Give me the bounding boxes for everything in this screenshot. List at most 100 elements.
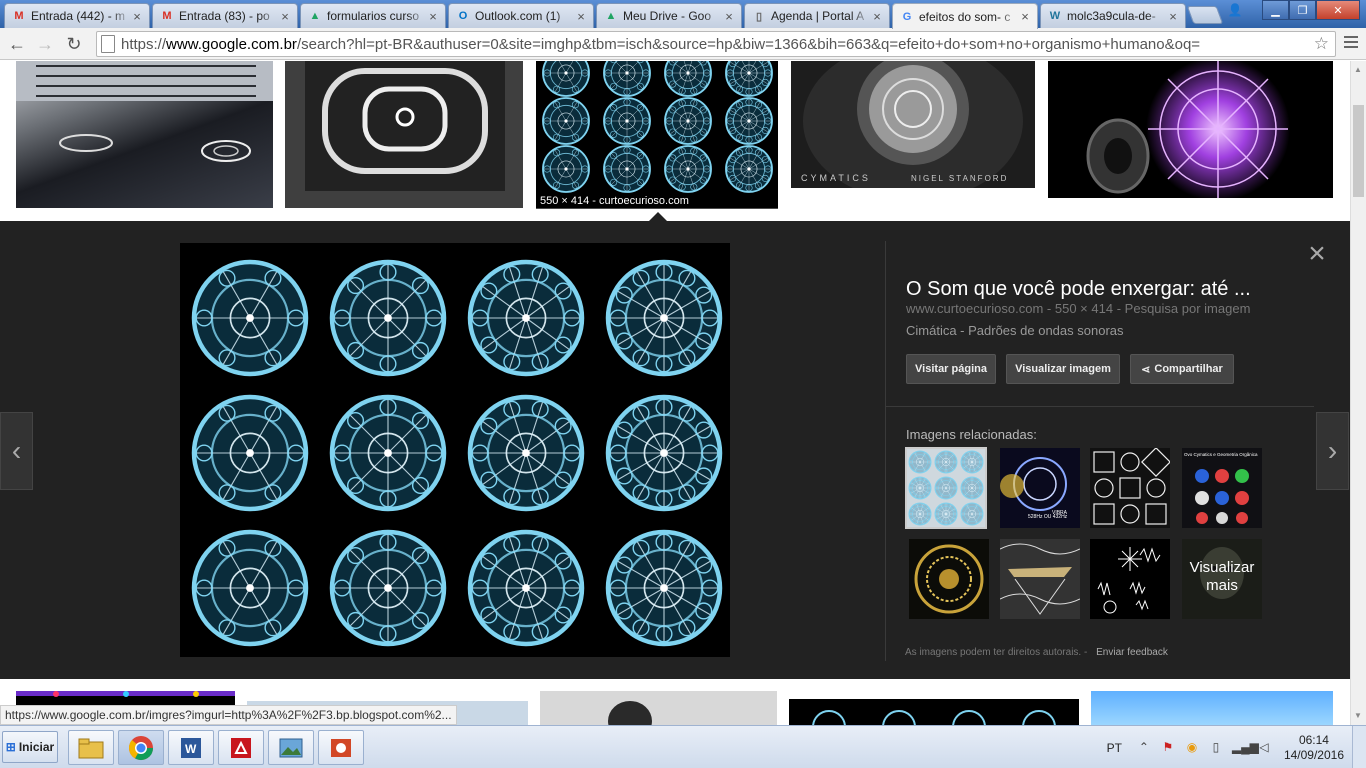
taskbar-chrome[interactable] bbox=[118, 730, 164, 765]
result-thumbnail[interactable] bbox=[285, 61, 523, 208]
antivirus-icon[interactable]: ◉ bbox=[1184, 740, 1200, 756]
preview-title[interactable]: O Som que você pode enxergar: até ... bbox=[906, 278, 1296, 301]
chrome-menu-icon[interactable] bbox=[1344, 36, 1358, 51]
preview-description: Cimática - Padrões de ondas sonoras bbox=[906, 323, 1124, 338]
taskbar-word[interactable]: W bbox=[168, 730, 214, 765]
close-tab-icon[interactable]: × bbox=[131, 9, 143, 24]
result-thumbnail-selected[interactable] bbox=[536, 61, 778, 208]
google-icon: G bbox=[902, 10, 912, 23]
browser-tab[interactable]: O Outlook.com (1) × bbox=[448, 3, 594, 28]
browser-tab[interactable]: ▲ formularios curso × bbox=[300, 3, 446, 28]
related-image[interactable]: Ovo Cymatics e Geometria Orgânica bbox=[1182, 448, 1262, 528]
page-scrollbar[interactable]: ▲ ▼ bbox=[1350, 61, 1366, 725]
close-window-icon[interactable]: ✕ bbox=[1316, 0, 1360, 20]
pdf-icon bbox=[231, 737, 251, 758]
close-tab-icon[interactable]: × bbox=[1167, 9, 1179, 24]
result-thumbnail[interactable] bbox=[789, 699, 1079, 725]
close-tab-icon[interactable]: × bbox=[427, 9, 439, 24]
next-arrow-icon[interactable]: › bbox=[1316, 412, 1349, 490]
browser-tab[interactable]: Gefeitos do som- c × bbox=[892, 3, 1038, 29]
cymatic-pattern bbox=[908, 502, 932, 526]
cymatic-pattern bbox=[329, 394, 447, 512]
person-photo-image bbox=[608, 701, 652, 725]
result-thumbnail[interactable] bbox=[1091, 691, 1333, 725]
address-bar[interactable]: https://www.google.com.br/search?hl=pt-B… bbox=[96, 31, 1336, 57]
related-528hz-image: 528Hz OU 432Hz VIBRA bbox=[1000, 457, 1068, 520]
related-image[interactable] bbox=[1090, 539, 1170, 619]
info-divider bbox=[886, 406, 1314, 407]
tab-label: Agenda | Portal A bbox=[771, 9, 865, 23]
taskbar-presentation[interactable] bbox=[318, 730, 364, 765]
clock[interactable]: 06:14 14/09/2016 bbox=[1284, 733, 1344, 763]
language-indicator[interactable]: PT bbox=[1107, 741, 1122, 755]
close-tab-icon[interactable]: × bbox=[1019, 9, 1031, 24]
previous-arrow-icon[interactable]: ‹ bbox=[0, 412, 33, 490]
share-button[interactable]: ⋖ Compartilhar bbox=[1130, 354, 1234, 384]
minimize-icon[interactable]: ▁ bbox=[1262, 0, 1289, 20]
close-tab-icon[interactable]: × bbox=[723, 9, 735, 24]
new-tab-button[interactable] bbox=[1186, 6, 1224, 24]
restore-icon[interactable]: ❐ bbox=[1289, 0, 1316, 20]
browser-tab[interactable]: ▲ Meu Drive - Goo × bbox=[596, 3, 742, 28]
scrollbar-thumb[interactable] bbox=[1353, 105, 1364, 197]
close-tab-icon[interactable]: × bbox=[575, 9, 587, 24]
search-by-image-link[interactable]: Pesquisa por imagem bbox=[1125, 301, 1251, 316]
forward-icon[interactable]: → bbox=[34, 34, 56, 54]
visit-page-button[interactable]: Visitar página bbox=[906, 354, 996, 384]
cymatic-pattern bbox=[960, 502, 984, 526]
google-drive-icon: ▲ bbox=[605, 10, 617, 22]
taskbar-picture-viewer[interactable] bbox=[268, 730, 314, 765]
usb-device-icon[interactable]: ▯ bbox=[1208, 740, 1224, 756]
result-thumbnail[interactable] bbox=[16, 61, 273, 208]
close-preview-icon[interactable]: × bbox=[1303, 239, 1331, 269]
browser-tab[interactable]: Wmolc3a9cula-de- × bbox=[1040, 3, 1186, 28]
url-scheme: https:// bbox=[121, 35, 167, 53]
volume-icon[interactable]: ◁ bbox=[1256, 740, 1272, 756]
related-image[interactable] bbox=[909, 539, 989, 619]
scroll-down-icon[interactable]: ▼ bbox=[1354, 711, 1362, 720]
back-icon[interactable]: ← bbox=[6, 34, 28, 54]
show-hidden-icons-icon[interactable]: ⌃ bbox=[1136, 740, 1152, 756]
related-image-selected[interactable] bbox=[905, 447, 987, 529]
source-link[interactable]: www.curtoecurioso.com bbox=[906, 301, 1043, 316]
close-tab-icon[interactable]: × bbox=[871, 9, 883, 24]
result-thumbnail[interactable] bbox=[1048, 61, 1333, 198]
bookmark-star-icon[interactable]: ☆ bbox=[1314, 34, 1329, 54]
network-icon[interactable]: ▂▄▆ bbox=[1232, 740, 1259, 756]
cymatic-pattern bbox=[605, 259, 723, 377]
url-path: /search?hl=pt-BR&authuser=0&site=imghp&t… bbox=[296, 35, 1201, 53]
preview-meta: www.curtoecurioso.com - 550 × 414 - Pesq… bbox=[906, 301, 1250, 316]
tab-label: Entrada (83) - po bbox=[179, 9, 270, 23]
scroll-up-icon[interactable]: ▲ bbox=[1354, 65, 1362, 74]
system-tray: PT ⌃ ⚑ ◉ ▯ ▂▄▆ ◁ 06:14 14/09/2016 bbox=[1107, 726, 1366, 768]
view-image-button[interactable]: Visualizar imagem bbox=[1006, 354, 1120, 384]
view-more-related[interactable]: Visualizar mais bbox=[1182, 539, 1262, 619]
show-desktop-button[interactable] bbox=[1352, 726, 1366, 768]
speaker-cymatics-image: CYMATICS NIGEL STANFORD bbox=[801, 61, 1023, 188]
cymatic-pattern bbox=[603, 145, 651, 193]
action-center-icon[interactable]: ⚑ bbox=[1160, 740, 1176, 756]
related-image[interactable] bbox=[1000, 539, 1080, 619]
related-gold-mandala-image bbox=[914, 544, 984, 614]
rights-note: As imagens podem ter direitos autorais. bbox=[905, 647, 1082, 658]
result-thumbnail[interactable] bbox=[540, 691, 777, 725]
start-button[interactable]: ⊞ Iniciar bbox=[2, 731, 58, 763]
preview-image[interactable] bbox=[180, 243, 730, 657]
taskbar-acrobat[interactable] bbox=[218, 730, 264, 765]
send-feedback-link[interactable]: Enviar feedback bbox=[1096, 647, 1168, 658]
close-tab-icon[interactable]: × bbox=[279, 9, 291, 24]
browser-tab[interactable]: M Entrada (83) - po × bbox=[152, 3, 298, 28]
related-image[interactable] bbox=[1090, 448, 1170, 528]
related-image[interactable]: 528Hz OU 432Hz VIBRA bbox=[1000, 448, 1080, 528]
browser-tab[interactable]: ▯ Agenda | Portal A × bbox=[744, 3, 890, 28]
taskbar-explorer[interactable] bbox=[68, 730, 114, 765]
user-icon[interactable]: 👤 bbox=[1224, 3, 1246, 19]
cymatics-text: CYMATICS bbox=[801, 173, 871, 183]
browser-tab[interactable]: M Entrada (442) - m × bbox=[4, 3, 150, 28]
rel-ovo-text: Ovo Cymatics e Geometria Orgânica bbox=[1184, 452, 1258, 457]
related-images-title: Imagens relacionadas: bbox=[906, 427, 1037, 442]
cymatics-patterns-image bbox=[191, 259, 723, 647]
result-thumbnail[interactable]: CYMATICS NIGEL STANFORD bbox=[791, 61, 1035, 188]
reload-icon[interactable]: ↻ bbox=[63, 34, 85, 54]
image-dimensions: 550 × 414 bbox=[1054, 301, 1114, 316]
